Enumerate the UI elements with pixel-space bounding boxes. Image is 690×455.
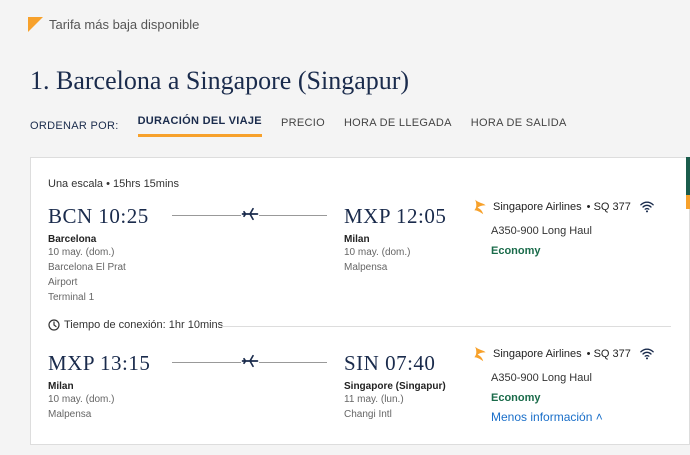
- plane-icon: [241, 352, 259, 370]
- departure-city: Milan: [48, 381, 74, 392]
- aircraft-type: A350-900 Long Haul: [491, 225, 592, 237]
- sort-arrival-tab[interactable]: HORA DE LLEGADA: [344, 117, 452, 136]
- connection-text: Tiempo de conexión: 1hr 10mins: [64, 319, 224, 331]
- arrival-info: MXP 12:05 Milan 10 may. (dom.) Malpensa: [344, 204, 446, 275]
- sort-price-tab[interactable]: PRECIO: [281, 117, 325, 136]
- arrival-date: 11 may. (lun.): [344, 394, 404, 405]
- departure-airport: Barcelona El Prat: [48, 262, 126, 273]
- less-info-link[interactable]: Menos información ˄: [491, 410, 654, 424]
- sort-departure-tab[interactable]: HORA DE SALIDA: [471, 117, 567, 136]
- clock-icon: [48, 319, 60, 331]
- arrival-airport: Malpensa: [344, 262, 388, 273]
- flight-number: • SQ 377: [586, 348, 631, 360]
- cabin-class: Economy: [491, 245, 541, 257]
- departure-airport: Malpensa: [48, 409, 92, 420]
- arrival-code-time: MXP 12:05: [344, 204, 447, 228]
- flight-result-card[interactable]: Una escala • 15hrs 15mins BCN 10:25 Barc…: [30, 157, 690, 445]
- airline-info: Singapore Airlines • SQ 377 A350-900 Lon…: [472, 345, 654, 424]
- airline-name: Singapore Airlines: [493, 201, 582, 213]
- arrival-info: SIN 07:40 Singapore (Singapur) 11 may. (…: [344, 351, 446, 422]
- singapore-airlines-logo: [474, 346, 486, 362]
- departure-city: Barcelona: [48, 234, 97, 245]
- lowest-fare-legend: Tarifa más baja disponible: [28, 17, 199, 32]
- sort-label: ORDENAR POR:: [30, 120, 119, 132]
- cabin-class: Economy: [491, 392, 541, 404]
- departure-code-time: BCN 10:25: [48, 204, 149, 228]
- segment-divider: [221, 326, 671, 327]
- departure-info: MXP 13:15 Milan 10 may. (dom.) Malpensa: [48, 351, 150, 422]
- stops-summary: Una escala • 15hrs 15mins: [48, 178, 180, 190]
- arrival-airport: Changi Intl: [344, 409, 392, 420]
- legend-text: Tarifa más baja disponible: [49, 17, 200, 32]
- wifi-icon: [640, 348, 654, 360]
- departure-info: BCN 10:25 Barcelona 10 may. (dom.) Barce…: [48, 204, 149, 305]
- page-title: 1. Barcelona a Singapore (Singapur): [30, 66, 410, 95]
- arrival-city: Milan: [344, 234, 370, 245]
- sort-duration-tab[interactable]: DURACIÓN DEL VIAJE: [137, 115, 262, 137]
- departure-date: 10 may. (dom.): [48, 247, 115, 258]
- arrival-code-time: SIN 07:40: [344, 351, 436, 375]
- lowest-fare-marker-icon: [28, 17, 43, 32]
- arrival-city: Singapore (Singapur): [344, 381, 446, 392]
- singapore-airlines-logo: [474, 199, 486, 215]
- departure-date: 10 may. (dom.): [48, 394, 115, 405]
- departure-code-time: MXP 13:15: [48, 351, 151, 375]
- arrival-date: 10 may. (dom.): [344, 247, 411, 258]
- airline-info: Singapore Airlines • SQ 377 A350-900 Lon…: [472, 198, 654, 257]
- card-side-accent-orange: [686, 195, 690, 209]
- connection-time: Tiempo de conexión: 1hr 10mins: [48, 319, 223, 331]
- departure-terminal: Terminal 1: [48, 292, 95, 303]
- departure-airport-2: Airport: [48, 277, 78, 288]
- airline-name: Singapore Airlines: [493, 348, 582, 360]
- flight-number: • SQ 377: [586, 201, 631, 213]
- sort-bar: ORDENAR POR: DURACIÓN DEL VIAJE PRECIO H…: [30, 115, 586, 137]
- aircraft-type: A350-900 Long Haul: [491, 372, 592, 384]
- plane-icon: [241, 205, 259, 223]
- wifi-icon: [640, 201, 654, 213]
